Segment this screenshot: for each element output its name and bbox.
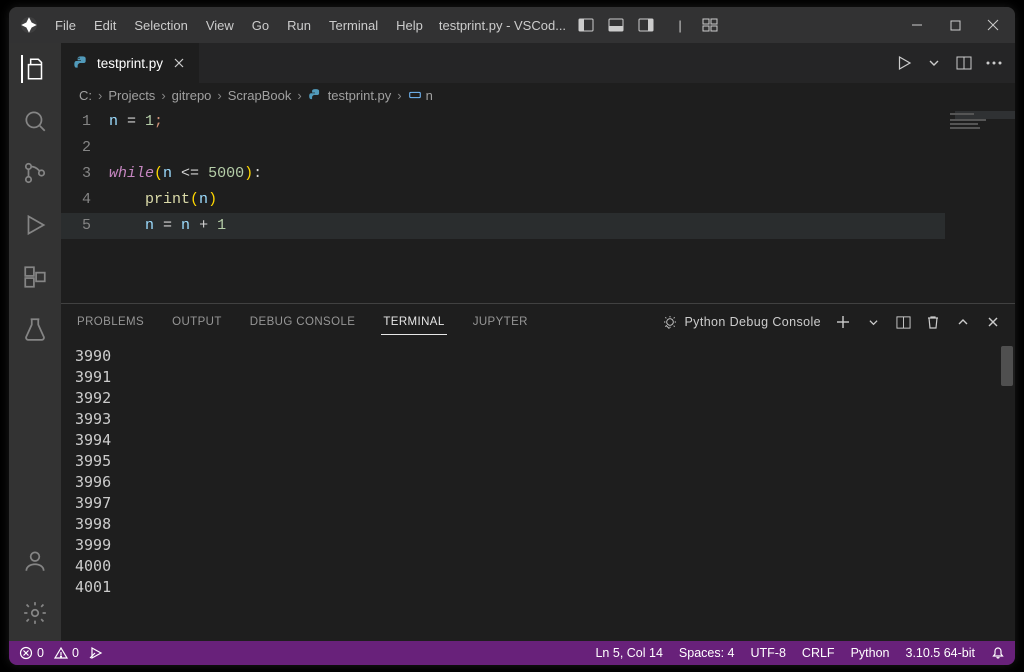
minimap[interactable] [945, 107, 1015, 287]
breadcrumb-symbol[interactable]: n [408, 88, 433, 103]
line-number: 3 [61, 161, 109, 187]
terminal-body[interactable]: 3990 3991 3992 3993 3994 3995 3996 3997 … [61, 340, 1015, 641]
editor-group: testprint.py C:› Projects› gitrepo› Scra… [61, 43, 1015, 641]
breadcrumb-seg[interactable]: ScrapBook [228, 88, 292, 103]
maximize-icon[interactable] [947, 17, 963, 33]
terminal-line: 3999 [75, 535, 1001, 556]
panel-tab-terminal[interactable]: TERMINAL [381, 312, 446, 335]
status-warnings[interactable]: 0 [54, 646, 79, 660]
kill-terminal-icon[interactable] [925, 314, 941, 330]
terminal-line: 3991 [75, 367, 1001, 388]
jupyter-icon [19, 15, 39, 35]
panel-tabs: PROBLEMS OUTPUT DEBUG CONSOLE TERMINAL J… [61, 304, 1015, 340]
terminal-profile[interactable]: Python Debug Console [662, 314, 821, 330]
terminal-dropdown-icon[interactable] [865, 314, 881, 330]
menu-terminal[interactable]: Terminal [321, 14, 386, 37]
terminal-line: 3992 [75, 388, 1001, 409]
tab-bar: testprint.py [61, 43, 1015, 83]
run-debug-icon[interactable] [21, 211, 49, 239]
split-terminal-icon[interactable] [895, 314, 911, 330]
terminal-line: 3995 [75, 451, 1001, 472]
terminal-line: 3996 [75, 472, 1001, 493]
breadcrumb-seg[interactable]: C: [79, 88, 92, 103]
status-errors[interactable]: 0 [19, 646, 44, 660]
toggle-secondary-sidebar-icon[interactable] [638, 17, 654, 33]
menu-go[interactable]: Go [244, 14, 277, 37]
panel-tab-output[interactable]: OUTPUT [170, 312, 224, 332]
settings-gear-icon[interactable] [21, 599, 49, 627]
explorer-icon[interactable] [21, 55, 49, 83]
status-interpreter[interactable]: 3.10.5 64-bit [906, 646, 976, 660]
status-bar: 0 0 Ln 5, Col 14 Spaces: 4 UTF-8 CRLF Py… [9, 641, 1015, 665]
window-title: testprint.py - VSCod... [439, 18, 566, 33]
menu-edit[interactable]: Edit [86, 14, 124, 37]
more-actions-icon[interactable] [985, 54, 1003, 72]
new-terminal-icon[interactable] [835, 314, 851, 330]
minimize-icon[interactable] [909, 17, 925, 33]
search-icon[interactable] [21, 107, 49, 135]
python-file-icon [73, 55, 89, 71]
breadcrumb-seg[interactable]: Projects [108, 88, 155, 103]
status-line-col[interactable]: Ln 5, Col 14 [595, 646, 662, 660]
terminal-line: 4000 [75, 556, 1001, 577]
status-eol[interactable]: CRLF [802, 646, 835, 660]
status-language[interactable]: Python [851, 646, 890, 660]
source-control-icon[interactable] [21, 159, 49, 187]
split-editor-icon[interactable] [955, 54, 973, 72]
tab-testprint[interactable]: testprint.py [61, 43, 199, 83]
breadcrumb-seg[interactable]: gitrepo [172, 88, 212, 103]
terminal-line: 4001 [75, 577, 1001, 598]
vscode-window: File Edit Selection View Go Run Terminal… [9, 7, 1015, 665]
menu-selection[interactable]: Selection [126, 14, 195, 37]
breadcrumb[interactable]: C:› Projects› gitrepo› ScrapBook› testpr… [61, 83, 1015, 107]
layout-controls: | [578, 17, 718, 33]
menu-file[interactable]: File [47, 14, 84, 37]
run-dropdown-icon[interactable] [925, 54, 943, 72]
line-number: 5 [61, 213, 109, 239]
terminal-line: 3993 [75, 409, 1001, 430]
panel-maximize-icon[interactable] [955, 314, 971, 330]
bottom-panel: PROBLEMS OUTPUT DEBUG CONSOLE TERMINAL J… [61, 303, 1015, 641]
status-encoding[interactable]: UTF-8 [751, 646, 786, 660]
line-number: 1 [61, 109, 109, 135]
panel-tab-jupyter[interactable]: JUPYTER [471, 312, 530, 332]
extensions-icon[interactable] [21, 263, 49, 291]
toggle-panel-icon[interactable] [608, 17, 624, 33]
editor[interactable]: 1n = 1; 2 3while(n <= 5000): 4 print(n) … [61, 107, 1015, 303]
terminal-line: 3998 [75, 514, 1001, 535]
breadcrumb-file[interactable]: testprint.py [328, 88, 392, 103]
window-controls [909, 17, 1001, 33]
status-spaces[interactable]: Spaces: 4 [679, 646, 735, 660]
tab-close-icon[interactable] [171, 55, 187, 71]
menu-run[interactable]: Run [279, 14, 319, 37]
editor-actions [895, 43, 1015, 83]
activity-bar [9, 43, 61, 641]
titlebar-divider: | [672, 17, 688, 33]
panel-tab-debug-console[interactable]: DEBUG CONSOLE [248, 312, 358, 332]
status-debug-icon[interactable] [89, 646, 103, 660]
panel-tab-problems[interactable]: PROBLEMS [75, 312, 146, 332]
menu-view[interactable]: View [198, 14, 242, 37]
customize-layout-icon[interactable] [702, 17, 718, 33]
titlebar[interactable]: File Edit Selection View Go Run Terminal… [9, 7, 1015, 43]
terminal-line: 3997 [75, 493, 1001, 514]
panel-close-icon[interactable] [985, 314, 1001, 330]
menu-help[interactable]: Help [388, 14, 431, 37]
line-number: 4 [61, 187, 109, 213]
run-file-icon[interactable] [895, 54, 913, 72]
terminal-line: 3990 [75, 346, 1001, 367]
tab-label: testprint.py [97, 56, 163, 71]
terminal-line: 3994 [75, 430, 1001, 451]
line-number: 2 [61, 135, 109, 161]
python-file-icon [308, 88, 322, 102]
accounts-icon[interactable] [21, 547, 49, 575]
testing-icon[interactable] [21, 315, 49, 343]
close-icon[interactable] [985, 17, 1001, 33]
terminal-scrollbar[interactable] [1001, 346, 1013, 386]
status-notifications-icon[interactable] [991, 646, 1005, 660]
toggle-primary-sidebar-icon[interactable] [578, 17, 594, 33]
